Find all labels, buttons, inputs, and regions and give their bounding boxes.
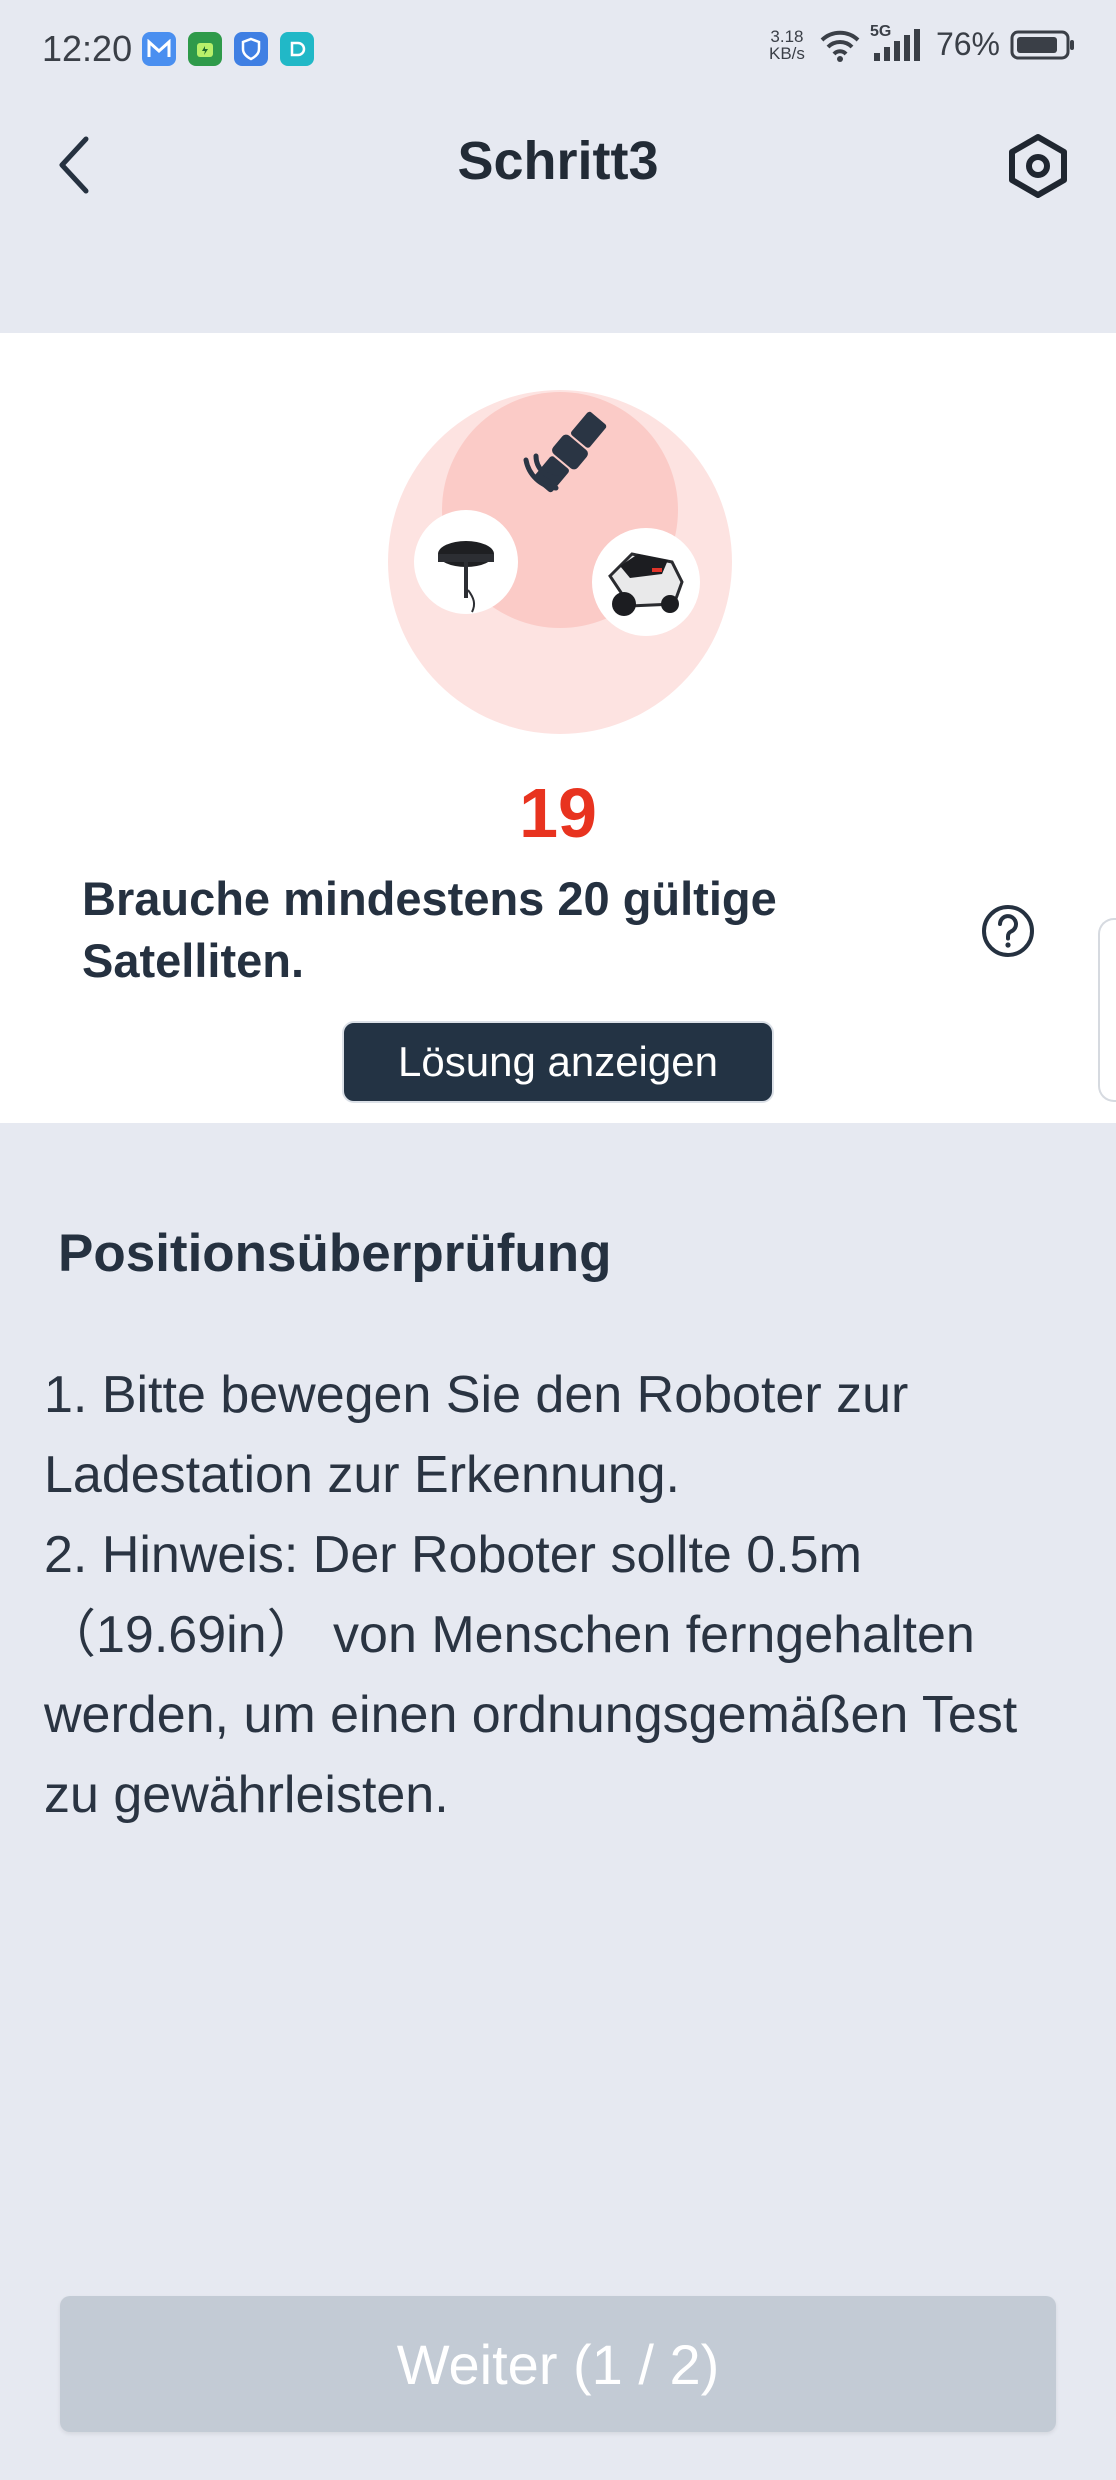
- net-speed: 3.18 KB/s: [764, 28, 810, 62]
- net-speed-unit: KB/s: [769, 43, 805, 63]
- side-drawer-handle[interactable]: [1098, 918, 1116, 1102]
- gps-antenna-icon: [414, 510, 518, 614]
- status-time: 12:20: [42, 28, 133, 69]
- hexagon-settings-icon: [1009, 134, 1067, 198]
- robot-mower-icon: [592, 528, 700, 636]
- next-button[interactable]: Weiter (1 / 2): [60, 2296, 1056, 2432]
- battery-percentage: 76%: [935, 26, 1000, 62]
- battery-icon: [1010, 30, 1074, 59]
- satellite-connection-illustration: [388, 390, 732, 734]
- status-indicators: 3.18 KB/s 5G 76%: [764, 23, 1076, 63]
- question-mark-icon: [982, 905, 1034, 957]
- status-bar: 12:20 3.18 KB/s 5G 76%: [0, 0, 1116, 100]
- shield-app-icon: [234, 32, 268, 66]
- security-app-icon: [188, 32, 222, 66]
- cellular-signal-icon: 5G: [870, 23, 922, 63]
- satellite-requirement-message: Brauche mindestens 20 gültige Satelliten…: [82, 872, 777, 987]
- mail-app-icon: [142, 32, 176, 66]
- top-navigation: Schritt3: [0, 100, 1116, 230]
- show-solution-button[interactable]: Lösung anzeigen: [342, 1021, 774, 1103]
- net-speed-value: 3.18: [770, 26, 804, 46]
- settings-button[interactable]: [1000, 128, 1076, 204]
- status-app-icons: [142, 32, 314, 66]
- section-title: Positionsüberprüfung: [58, 1224, 612, 1283]
- app-icon: [280, 32, 314, 66]
- instruction-step-2: 2. Hinweis: Der Roboter sollte 0.5m （19.…: [44, 1526, 1018, 1824]
- satellite-count: 19: [519, 774, 597, 852]
- page-title: Schritt3: [457, 131, 659, 191]
- instructions-text: 1. Bitte bewegen Sie den Roboter zur Lad…: [44, 1355, 1074, 1835]
- wifi-icon: [820, 30, 860, 62]
- instruction-step-1: 1. Bitte bewegen Sie den Roboter zur Lad…: [44, 1366, 909, 1504]
- help-button[interactable]: [980, 903, 1036, 959]
- satellite-status-card: 19 Brauche mindestens 20 gültige Satelli…: [0, 333, 1116, 1123]
